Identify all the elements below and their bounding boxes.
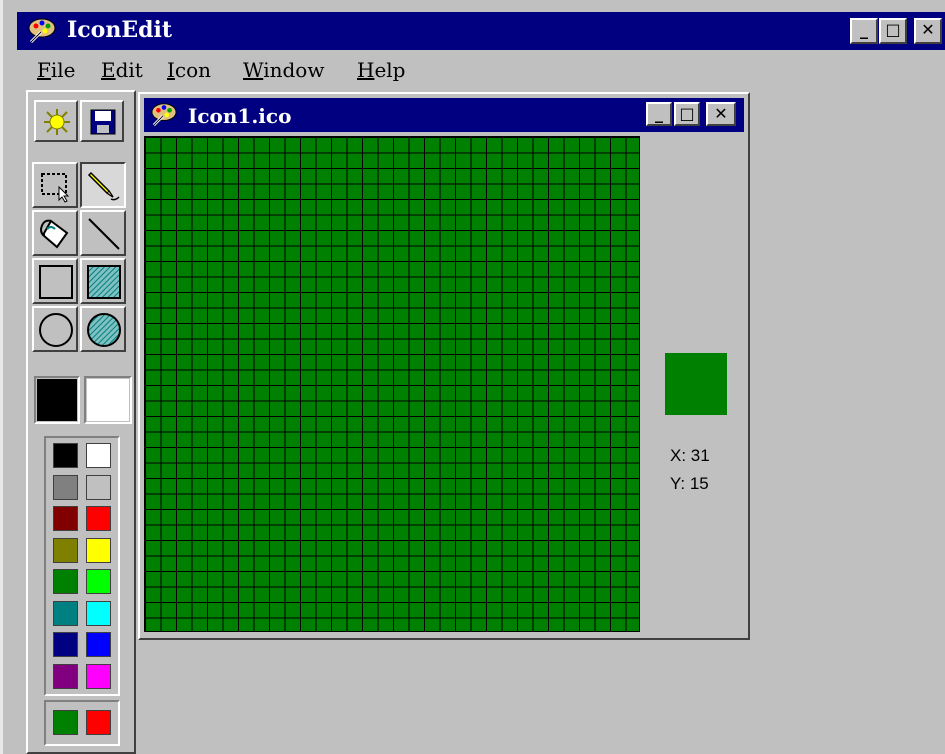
palette-swatch[interactable] bbox=[53, 600, 78, 626]
rectangle-icon bbox=[39, 265, 73, 299]
ellipse-tool-button[interactable] bbox=[32, 306, 78, 352]
palette-icon bbox=[28, 18, 56, 44]
save-button[interactable] bbox=[80, 100, 124, 142]
select-icon bbox=[41, 173, 70, 203]
palette-swatch[interactable] bbox=[53, 537, 78, 563]
current-color-pair bbox=[44, 700, 120, 746]
current-right-swatch[interactable] bbox=[86, 710, 111, 735]
filled-rectangle-tool-button[interactable] bbox=[80, 258, 126, 304]
minimize-button[interactable]: _ bbox=[850, 18, 878, 44]
pencil-icon bbox=[87, 171, 120, 201]
palette-swatch[interactable] bbox=[86, 443, 111, 468]
close-icon: ✕ bbox=[714, 104, 728, 123]
palette-swatch[interactable] bbox=[86, 663, 111, 689]
palette-swatch[interactable] bbox=[86, 600, 111, 626]
menu-window[interactable]: Window bbox=[243, 58, 324, 82]
select-tool-button[interactable] bbox=[32, 162, 78, 208]
rectangle-tool-button[interactable] bbox=[32, 258, 78, 304]
new-button[interactable] bbox=[34, 100, 78, 142]
minimize-icon: _ bbox=[860, 20, 868, 39]
app-window: IconEdit _ □ ✕ File Edit Icon Window Hel… bbox=[0, 0, 945, 754]
maximize-icon: □ bbox=[885, 20, 901, 39]
document-titlebar[interactable]: Icon1.ico _ □ ✕ bbox=[144, 98, 744, 132]
color-palette bbox=[44, 436, 120, 696]
menu-help[interactable]: Help bbox=[357, 58, 406, 82]
app-titlebar[interactable]: IconEdit _ □ ✕ bbox=[17, 12, 945, 50]
doc-minimize-button[interactable]: _ bbox=[646, 102, 672, 126]
fill-tool-button[interactable] bbox=[32, 210, 78, 256]
menu-icon[interactable]: Icon bbox=[167, 58, 211, 82]
palette-swatch[interactable] bbox=[86, 506, 111, 531]
palette-swatch[interactable] bbox=[53, 632, 78, 657]
palette-swatch[interactable] bbox=[53, 506, 78, 531]
icon-document-window: Icon1.ico _ □ ✕ X: 31 Y: 15 bbox=[138, 92, 750, 640]
icon-preview bbox=[665, 353, 727, 415]
toolbox-panel bbox=[26, 90, 136, 754]
palette-swatch[interactable] bbox=[86, 632, 111, 657]
doc-close-button[interactable]: ✕ bbox=[706, 102, 736, 126]
secondary-color bbox=[87, 379, 129, 421]
close-icon: ✕ bbox=[921, 20, 935, 39]
filled-ellipse-tool-button[interactable] bbox=[80, 306, 126, 352]
filled-rectangle-icon bbox=[87, 265, 121, 299]
primary-color-well[interactable] bbox=[34, 376, 80, 424]
filled-ellipse-icon bbox=[87, 313, 121, 347]
maximize-icon: □ bbox=[679, 104, 695, 123]
menu-file[interactable]: File bbox=[37, 58, 76, 82]
menu-bar: File Edit Icon Window Help bbox=[17, 54, 945, 88]
cursor-x-readout: X: 31 bbox=[670, 446, 710, 465]
palette-swatch[interactable] bbox=[86, 569, 111, 594]
secondary-color-well[interactable] bbox=[84, 376, 132, 424]
current-left-swatch[interactable] bbox=[53, 710, 78, 735]
pixel-edit-grid[interactable] bbox=[144, 136, 640, 632]
doc-maximize-button[interactable]: □ bbox=[674, 102, 700, 126]
palette-swatch[interactable] bbox=[53, 443, 78, 468]
pencil-tool-button[interactable] bbox=[80, 162, 126, 208]
palette-swatch[interactable] bbox=[86, 474, 111, 500]
cursor-y-readout: Y: 15 bbox=[670, 474, 709, 493]
maximize-button[interactable]: □ bbox=[879, 18, 907, 44]
app-title: IconEdit bbox=[67, 17, 173, 43]
palette-swatch[interactable] bbox=[53, 663, 78, 689]
document-title: Icon1.ico bbox=[188, 104, 292, 128]
close-button[interactable]: ✕ bbox=[914, 18, 942, 44]
menu-edit[interactable]: Edit bbox=[101, 58, 143, 82]
ellipse-icon bbox=[39, 313, 73, 347]
save-icon bbox=[90, 109, 116, 135]
palette-swatch[interactable] bbox=[86, 537, 111, 563]
primary-color bbox=[37, 379, 77, 421]
palette-icon bbox=[151, 103, 177, 127]
new-icon bbox=[44, 109, 70, 135]
line-tool-button[interactable] bbox=[80, 210, 126, 256]
line-icon bbox=[88, 218, 120, 250]
fill-icon bbox=[39, 219, 69, 249]
palette-swatch[interactable] bbox=[53, 569, 78, 594]
minimize-icon: _ bbox=[655, 104, 663, 123]
palette-swatch[interactable] bbox=[53, 474, 78, 500]
